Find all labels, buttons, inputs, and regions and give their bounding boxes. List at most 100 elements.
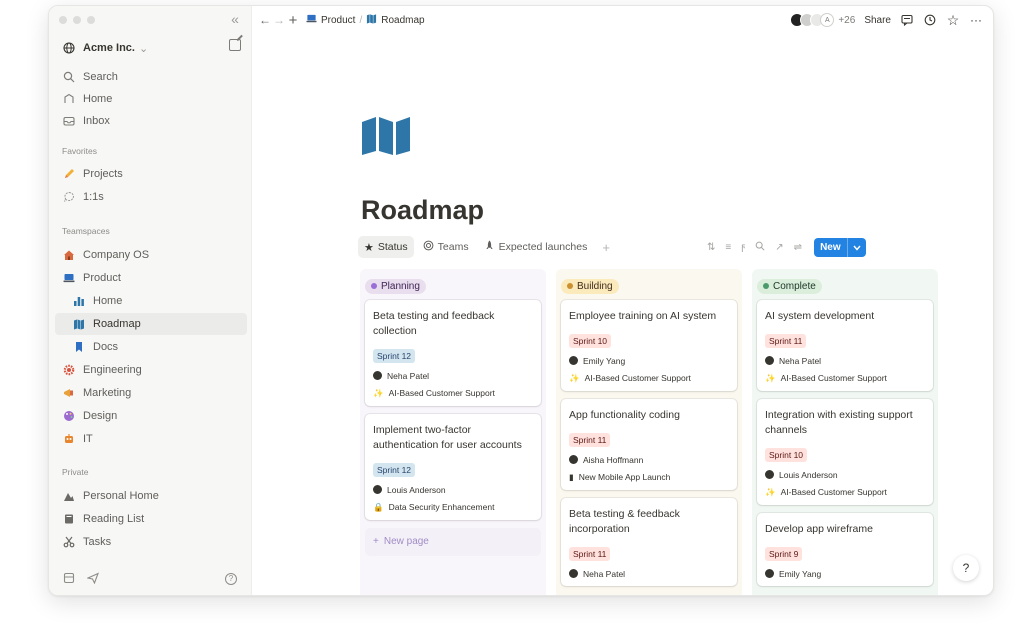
plus-icon[interactable]: +: [286, 12, 300, 29]
board-card[interactable]: Employee training on AI system Sprint 10…: [561, 299, 737, 391]
forward-arrow-icon[interactable]: →: [272, 13, 286, 27]
sidebar-item-1-1s[interactable]: 1:1s: [55, 186, 247, 208]
sidebar-item-label: Engineering: [83, 364, 142, 376]
breadcrumb-product[interactable]: Product: [306, 13, 355, 27]
new-button-label[interactable]: New: [814, 242, 847, 253]
sidebar-item-docs[interactable]: Docs: [55, 336, 247, 358]
board-card[interactable]: Beta testing and feedback collection Spr…: [365, 299, 541, 406]
sprint-tag: Sprint 11: [765, 333, 807, 348]
status-badge: Complete: [757, 278, 822, 294]
lock-icon: 🔒: [373, 501, 384, 512]
back-arrow-icon[interactable]: ←: [258, 13, 272, 27]
breadcrumb-roadmap[interactable]: Roadmap: [366, 13, 425, 27]
app-window: « Acme Inc. ⌄ Search Home Inbox Favorite…: [48, 5, 994, 596]
sidebar-item-it[interactable]: IT: [55, 428, 247, 450]
sidebar-item-roadmap[interactable]: Roadmap: [55, 313, 247, 335]
sparkle-icon: ✨: [765, 372, 776, 383]
chevron-down-icon[interactable]: [846, 238, 866, 257]
gear-icon: [62, 363, 76, 377]
sidebar-item-home[interactable]: Home: [55, 88, 247, 110]
comment-icon[interactable]: [900, 13, 914, 27]
tab-expected-launches[interactable]: Expected launches: [478, 236, 594, 258]
board-card[interactable]: Integration with existing support channe…: [757, 398, 933, 505]
assignee: Emily Yang: [583, 355, 626, 366]
search-icon[interactable]: [755, 241, 765, 254]
sprint-tag: Sprint 12: [373, 462, 416, 477]
send-icon[interactable]: [86, 571, 99, 587]
workspace-switcher[interactable]: Acme Inc. ⌄: [55, 37, 247, 59]
sidebar-item-design[interactable]: Design: [55, 405, 247, 427]
window-controls[interactable]: [59, 16, 95, 24]
sidebar-item-inbox[interactable]: Inbox: [55, 110, 247, 132]
automation-icon[interactable]: ϝ: [741, 242, 745, 253]
search-icon: [62, 70, 76, 84]
card-title: Beta testing & feedback incorporation: [569, 507, 680, 535]
sidebar-item-marketing[interactable]: Marketing: [55, 382, 247, 404]
avatar: [373, 371, 382, 380]
mountain-icon: [62, 489, 76, 503]
templates-icon[interactable]: [63, 572, 75, 587]
board-card[interactable]: App functionality coding Sprint 11 Aisha…: [561, 398, 737, 490]
board-card[interactable]: Beta testing & feedback incorporation Sp…: [561, 497, 737, 586]
sidebar-item-label: Product: [83, 272, 121, 284]
plus-icon: +: [373, 536, 379, 547]
new-page-button[interactable]: + New page: [365, 527, 541, 556]
map-icon[interactable]: [361, 116, 413, 161]
status-badge: Planning: [365, 278, 426, 294]
clock-icon[interactable]: [923, 13, 937, 27]
project-link: AI-Based Customer Support: [780, 487, 887, 497]
avatar: [569, 356, 578, 365]
share-button[interactable]: Share: [864, 15, 891, 26]
expand-icon[interactable]: ↗: [775, 242, 783, 253]
settings-icon[interactable]: ⇌: [794, 242, 802, 253]
board-card[interactable]: AI system development Sprint 11 Neha Pat…: [757, 299, 933, 391]
bookmark-icon: [72, 340, 86, 354]
breadcrumb-separator: /: [359, 14, 363, 26]
sidebar-item-label: Tasks: [83, 536, 112, 548]
sidebar-item-label: Personal Home: [83, 490, 159, 502]
assignee: Neha Patel: [779, 355, 822, 366]
avatar: [765, 470, 774, 479]
sidebar-item-tasks[interactable]: Tasks: [55, 531, 247, 553]
collaborator-avatars[interactable]: A +26: [790, 13, 855, 27]
sparkle-icon: ✨: [765, 486, 776, 497]
help-button[interactable]: ?: [953, 555, 979, 581]
sidebar-item-engineering[interactable]: Engineering: [55, 359, 247, 381]
sidebar-item-label: Home: [83, 93, 113, 105]
more-icon[interactable]: ···: [969, 13, 983, 27]
sidebar-item-home-sub[interactable]: Home: [55, 290, 247, 312]
sidebar-item-reading-list[interactable]: Reading List: [55, 508, 247, 530]
sidebar-item-label: Search: [83, 71, 118, 83]
sidebar-item-search[interactable]: Search: [55, 66, 247, 88]
topbar-actions: A +26 Share ☆ ···: [790, 12, 993, 28]
tab-teams[interactable]: Teams: [417, 236, 475, 258]
help-icon[interactable]: ?: [225, 573, 237, 585]
add-view-button[interactable]: +: [596, 240, 616, 255]
star-icon[interactable]: ☆: [946, 12, 960, 28]
new-page-icon[interactable]: [229, 39, 241, 51]
sidebar-item-product[interactable]: Product: [55, 267, 247, 289]
card-title: Integration with existing support channe…: [765, 408, 913, 436]
page-title: Roadmap: [361, 195, 485, 225]
assignee: Emily Yang: [779, 568, 822, 579]
collapse-sidebar-icon[interactable]: «: [227, 12, 243, 26]
sidebar-item-personal-home[interactable]: Personal Home: [55, 485, 247, 507]
board-card[interactable]: Develop app wireframe Sprint 9 Emily Yan…: [757, 512, 933, 586]
card-title: Develop app wireframe: [765, 522, 873, 535]
sidebar-item-company-os[interactable]: Company OS: [55, 244, 247, 266]
sidebar: « Acme Inc. ⌄ Search Home Inbox Favorite…: [49, 6, 252, 595]
sidebar-item-label: Company OS: [83, 249, 150, 261]
sidebar-item-projects[interactable]: Projects: [55, 163, 247, 185]
sidebar-item-label: Inbox: [83, 115, 110, 127]
sidebar-item-label: Projects: [83, 168, 123, 180]
board-card[interactable]: Implement two-factor authentication for …: [365, 413, 541, 520]
board-column-complete: Complete AI system development Sprint 11…: [752, 269, 938, 595]
main-content: Roadmap ★ Status Teams Expected launches…: [252, 34, 993, 595]
new-button: New: [814, 238, 866, 257]
tab-status[interactable]: ★ Status: [358, 236, 414, 258]
sidebar-footer: ?: [63, 571, 237, 587]
database-toolbar: ⇅ ≡ ϝ ↗ ⇌ New: [707, 238, 866, 257]
filter-icon[interactable]: ≡: [725, 242, 731, 253]
card-title: Implement two-factor authentication for …: [373, 423, 522, 451]
sort-icon[interactable]: ⇅: [707, 242, 715, 253]
